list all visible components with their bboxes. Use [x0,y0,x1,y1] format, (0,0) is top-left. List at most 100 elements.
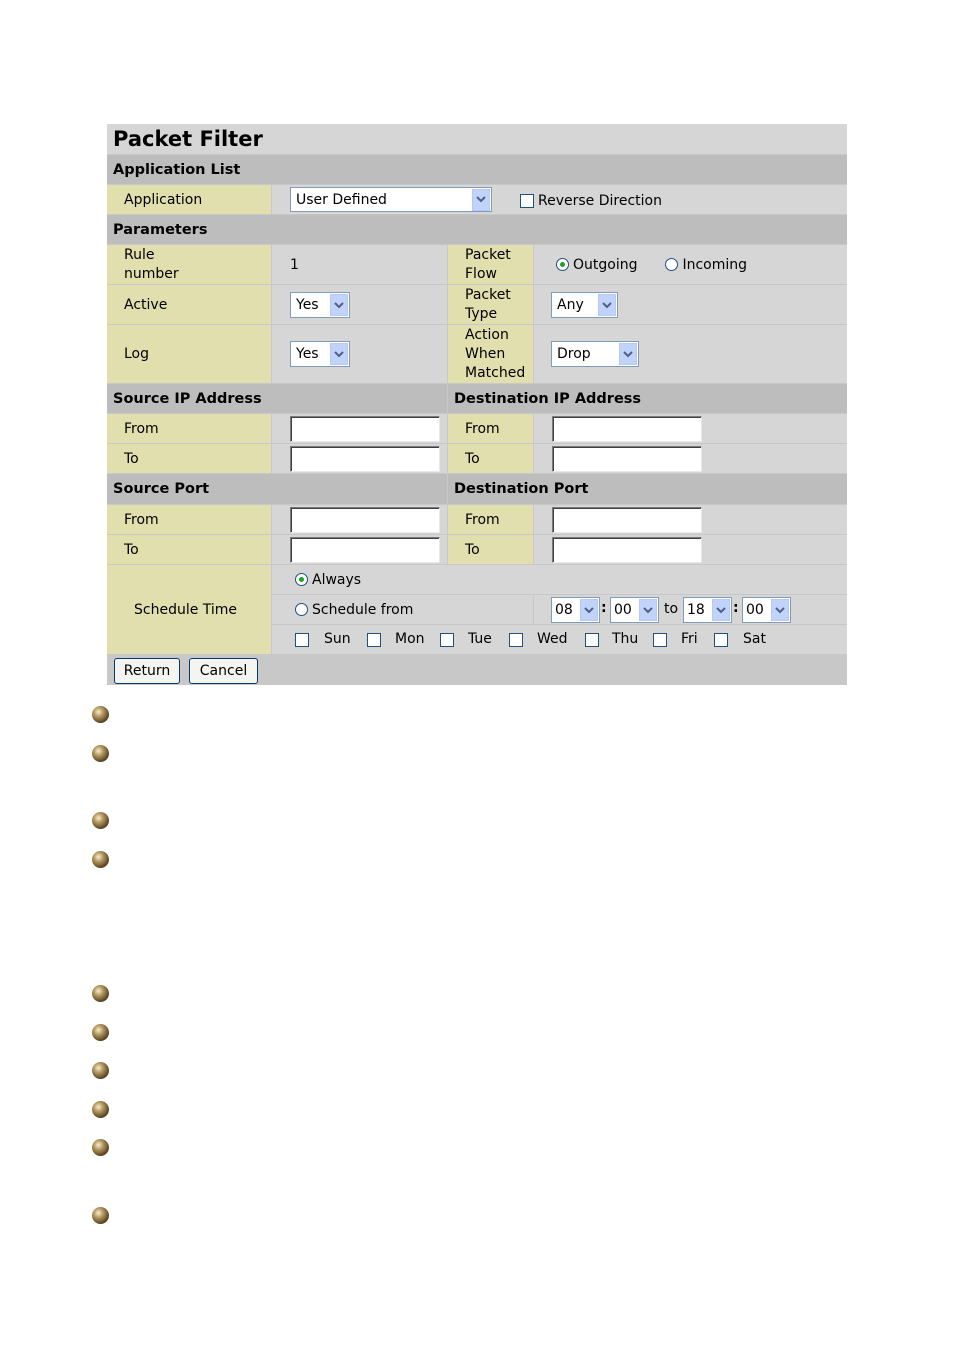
dest-ip-from-cell [534,414,847,443]
source-ip-to-cell [272,444,447,473]
schedule-from-radio[interactable] [295,603,308,616]
log-select-value: Yes [296,346,319,362]
schedule-from-row: Schedule from [272,595,533,624]
section-application-list: Application List [107,155,847,184]
chevron-down-icon [580,599,598,621]
source-ip-to-input[interactable] [290,446,440,472]
always-label: Always [312,571,362,588]
day-label-fri: Fri [681,631,698,647]
schedule-always-row: Always [272,565,847,594]
application-select[interactable]: User Defined [290,187,492,212]
packet-type-label-line2: Type [465,305,498,322]
bullet-icon [92,1207,109,1224]
start-hour-value: 08 [555,602,573,618]
action-label-line1: Action [465,326,509,343]
chevron-down-icon [619,343,637,365]
log-cell: Yes [272,325,447,383]
day-checkbox-fri[interactable] [653,633,667,647]
end-minute-value: 00 [746,602,764,618]
application-row: User Defined Reverse Direction [272,185,847,214]
schedule-time-cell: 08 : 00 to 18 : 00 [534,595,847,624]
dest-ip-to-cell [534,444,847,473]
application-label: Application [107,185,271,214]
chevron-down-icon [712,599,730,621]
bullet-icon [92,1062,109,1079]
source-port-from-cell [272,505,447,534]
incoming-label: Incoming [682,256,748,273]
packet-flow-label-line2: Flow [465,265,497,282]
chevron-down-icon [598,294,616,316]
dest-ip-to-input[interactable] [552,446,702,472]
chevron-down-icon [639,599,657,621]
rule-number-label: Rule number [107,245,271,284]
dest-ip-from-input[interactable] [552,416,702,442]
always-radio[interactable] [295,573,308,586]
cancel-button[interactable]: Cancel [189,658,258,684]
day-checkbox-thu[interactable] [585,633,599,647]
bullet-icon [92,745,109,762]
start-hour-select[interactable]: 08 [551,597,600,623]
action-cell: Drop [534,325,847,383]
outgoing-radio[interactable] [556,258,569,271]
return-button[interactable]: Return [114,658,180,684]
page-title: Packet Filter [107,124,847,154]
day-label-tue: Tue [468,631,492,647]
day-label-wed: Wed [537,631,568,647]
outgoing-option[interactable]: Outgoing [556,257,637,273]
bullet-icon [92,1139,109,1156]
packet-type-select[interactable]: Any [551,292,618,318]
rule-label-line2: number [124,265,179,282]
source-port-from-label: From [107,505,271,534]
packet-type-cell: Any [534,285,847,324]
packet-filter-panel: Packet Filter Application List Applicati… [107,124,847,685]
start-minute-select[interactable]: 00 [610,597,659,623]
packet-flow-options: Outgoing Incoming [534,245,847,284]
action-label-line3: Matched [465,364,526,381]
end-hour-select[interactable]: 18 [683,597,732,623]
source-port-to-cell [272,535,447,564]
to-word: to [664,601,679,617]
schedule-days-row: Sun Mon Tue Wed Thu Fri Sat [272,625,847,654]
reverse-direction-label: Reverse Direction [538,193,662,209]
day-checkbox-sat[interactable] [714,633,728,647]
incoming-option[interactable]: Incoming [665,257,747,273]
rule-label-line1: Rule [124,246,155,263]
schedule-from-option[interactable]: Schedule from [295,602,413,618]
section-source-ip: Source IP Address [107,384,447,413]
packet-type-label-line1: Packet [465,286,511,303]
dest-port-from-label: From [448,505,533,534]
section-destination-ip: Destination IP Address [448,384,847,413]
start-minute-value: 00 [614,602,632,618]
packet-type-select-value: Any [557,297,584,313]
source-port-to-input[interactable] [290,537,440,563]
source-ip-from-input[interactable] [290,416,440,442]
dest-port-to-input[interactable] [552,537,702,563]
active-select[interactable]: Yes [290,292,350,318]
day-label-sat: Sat [743,631,766,647]
reverse-direction-checkbox[interactable] [520,194,534,208]
bullet-icon [92,1101,109,1118]
day-checkbox-sun[interactable] [295,633,309,647]
action-label-line2: When [465,345,506,362]
day-label-thu: Thu [612,631,639,647]
bullet-icon [92,706,109,723]
day-checkbox-tue[interactable] [440,633,454,647]
dest-port-from-cell [534,505,847,534]
bullet-icon [92,1024,109,1041]
dest-port-from-input[interactable] [552,507,702,533]
chevron-down-icon [472,188,490,211]
incoming-radio[interactable] [665,258,679,271]
log-select[interactable]: Yes [290,341,350,367]
end-minute-select[interactable]: 00 [742,597,791,623]
section-parameters: Parameters [107,215,847,244]
always-option[interactable]: Always [295,572,361,588]
time-colon: : [601,600,607,616]
day-checkbox-wed[interactable] [509,633,523,647]
day-checkbox-mon[interactable] [367,633,381,647]
source-port-from-input[interactable] [290,507,440,533]
reverse-direction-option: Reverse Direction [520,189,662,213]
action-select[interactable]: Drop [551,341,639,367]
source-ip-from-cell [272,414,447,443]
chevron-down-icon [330,343,348,365]
time-colon: : [733,600,739,616]
